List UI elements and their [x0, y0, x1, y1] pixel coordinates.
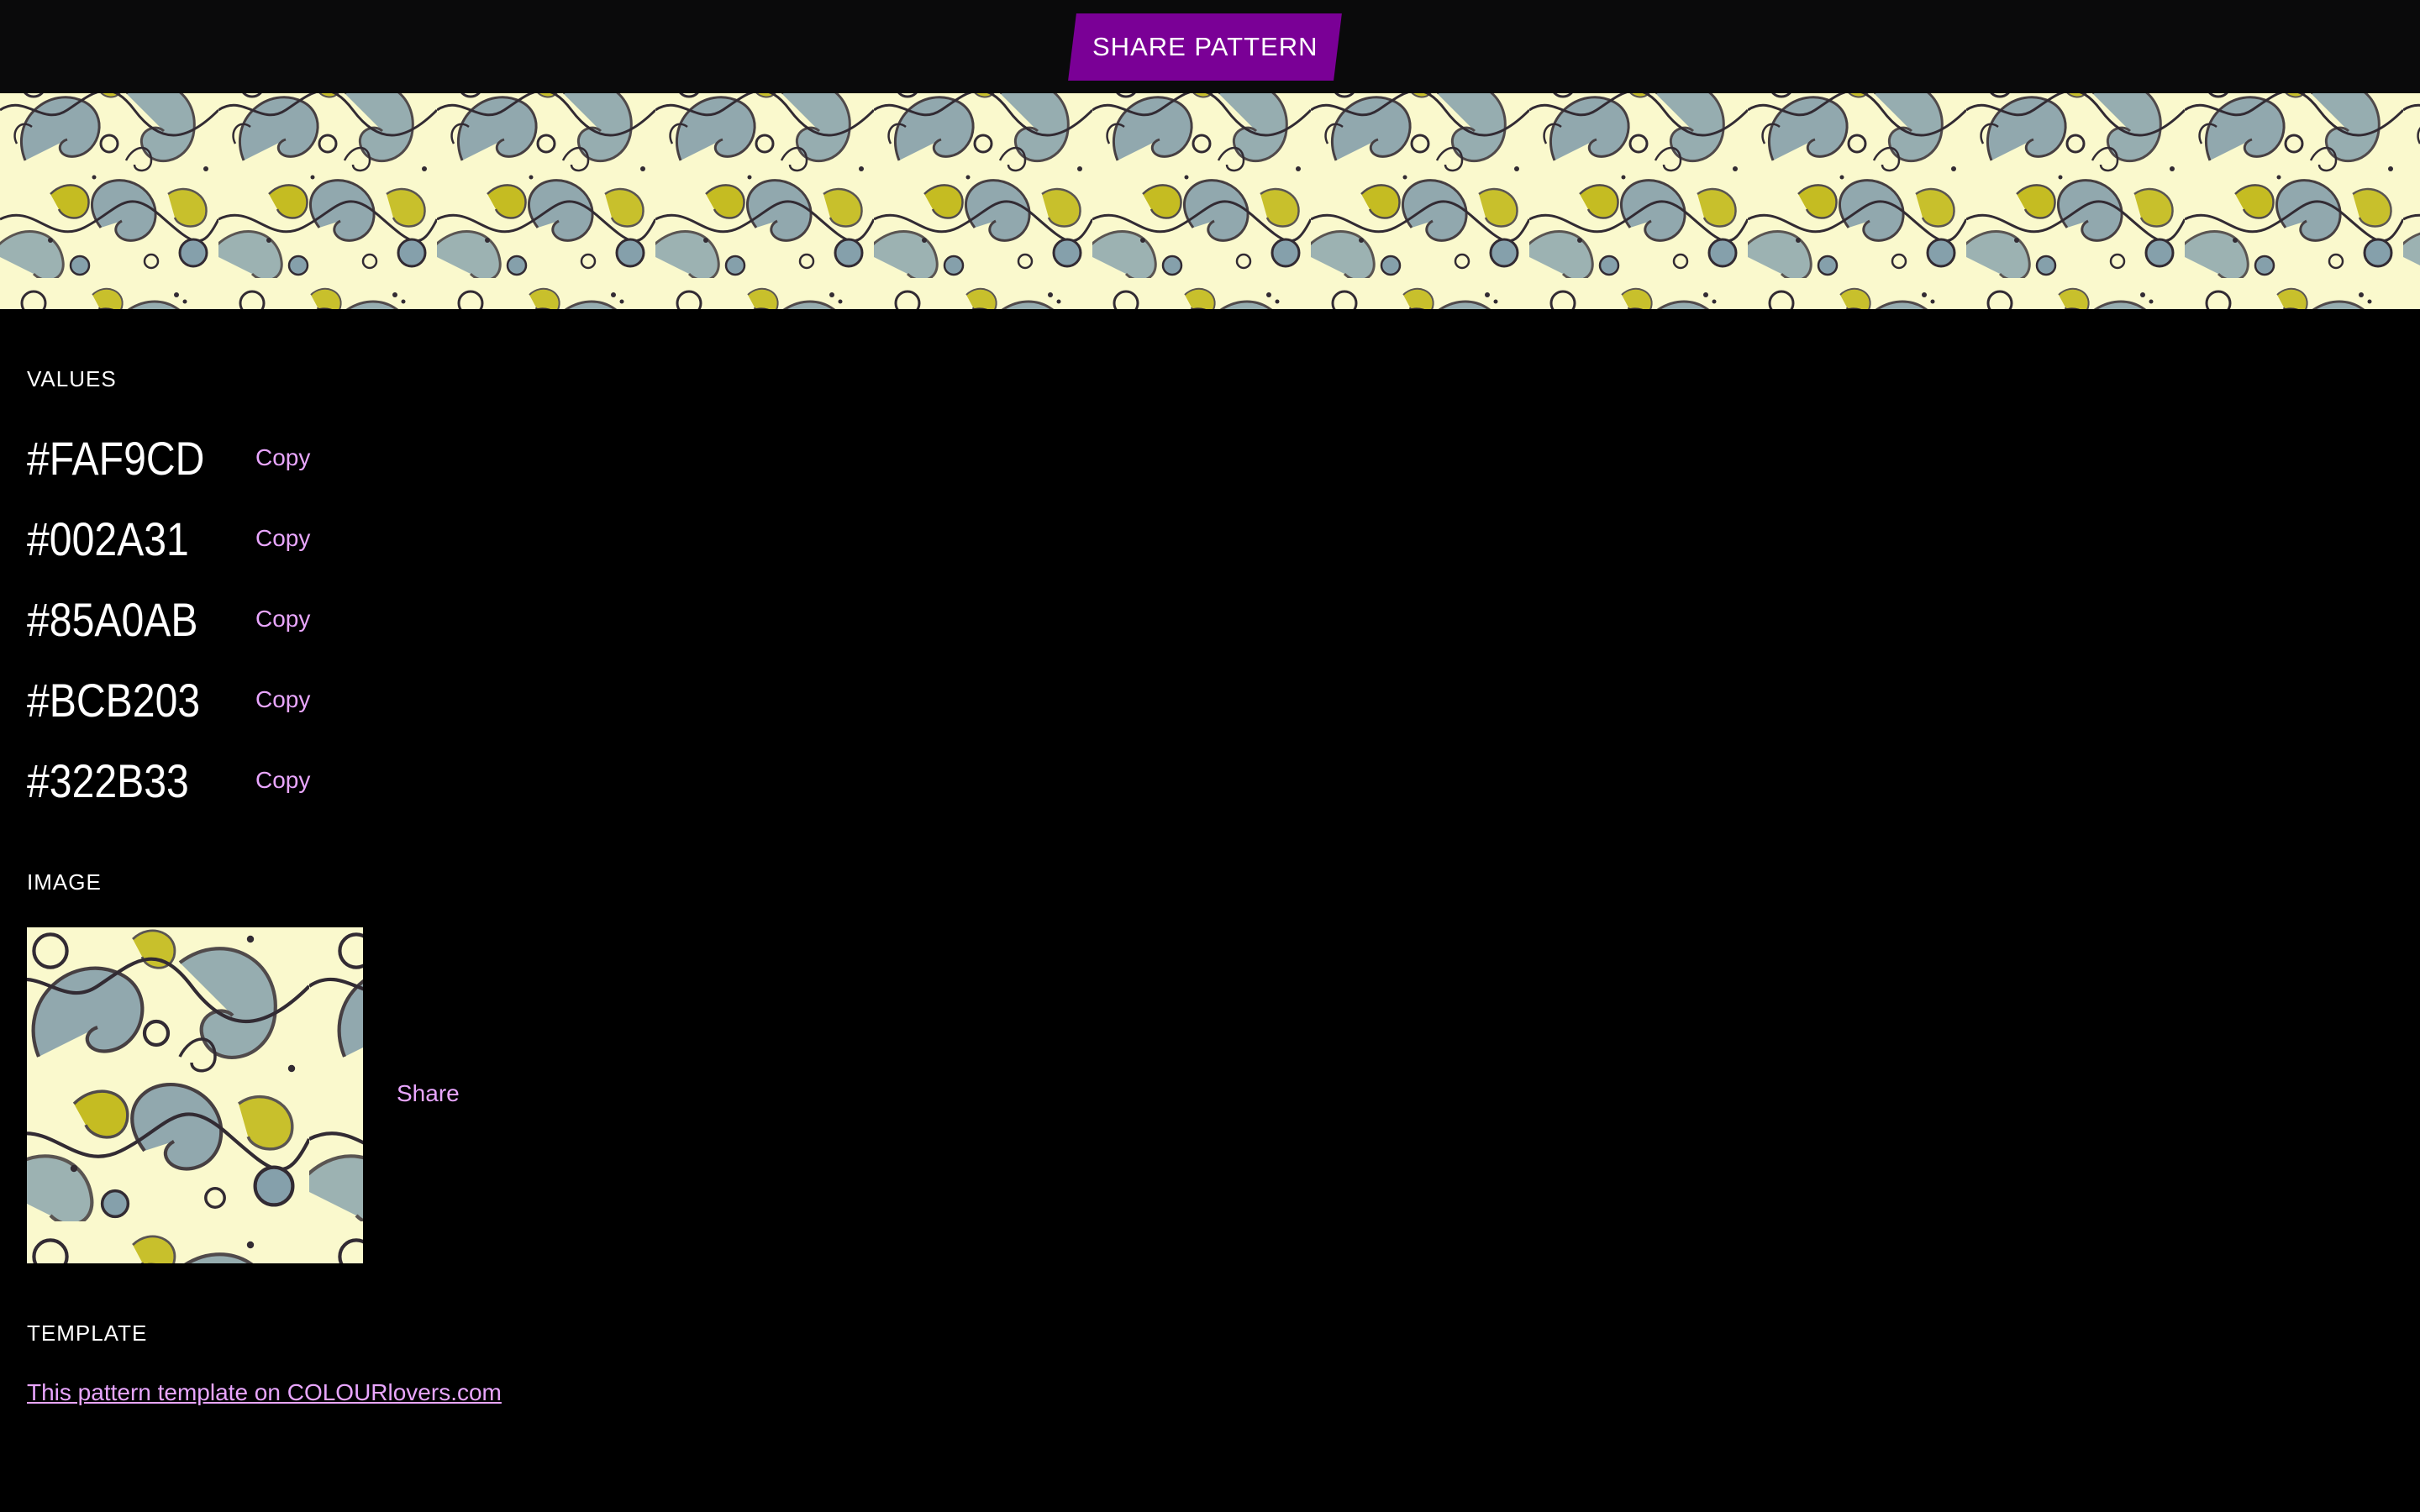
- value-row: #85A0AB Copy: [27, 590, 310, 648]
- value-row: #BCB203 Copy: [27, 670, 310, 729]
- pattern-thumbnail: [27, 927, 363, 1263]
- copy-button[interactable]: Copy: [255, 767, 310, 794]
- pattern-preview-image: [0, 93, 2420, 309]
- share-pattern-button[interactable]: SHARE PATTERN: [1068, 13, 1342, 81]
- share-image-link[interactable]: Share: [397, 1080, 460, 1107]
- copy-button[interactable]: Copy: [255, 525, 310, 552]
- values-section-title: VALUES: [27, 366, 117, 391]
- hex-value: #85A0AB: [27, 592, 198, 646]
- top-bar: SHARE PATTERN: [0, 0, 2420, 93]
- template-link[interactable]: This pattern template on COLOURlovers.co…: [27, 1379, 502, 1406]
- hex-value: #322B33: [27, 753, 189, 807]
- copy-button[interactable]: Copy: [255, 686, 310, 713]
- value-row: #322B33 Copy: [27, 751, 310, 810]
- value-row: #002A31 Copy: [27, 509, 310, 568]
- pattern-thumbnail-image: [27, 927, 363, 1263]
- pattern-preview-strip: [0, 93, 2420, 309]
- value-row: #FAF9CD Copy: [27, 428, 310, 487]
- hex-value: #002A31: [27, 512, 189, 565]
- image-section-title: IMAGE: [27, 869, 102, 895]
- copy-button[interactable]: Copy: [255, 606, 310, 633]
- hex-value: #FAF9CD: [27, 431, 205, 485]
- hex-value: #BCB203: [27, 673, 201, 727]
- share-pattern-label: SHARE PATTERN: [1092, 32, 1318, 61]
- copy-button[interactable]: Copy: [255, 444, 310, 471]
- template-section-title: TEMPLATE: [27, 1320, 148, 1346]
